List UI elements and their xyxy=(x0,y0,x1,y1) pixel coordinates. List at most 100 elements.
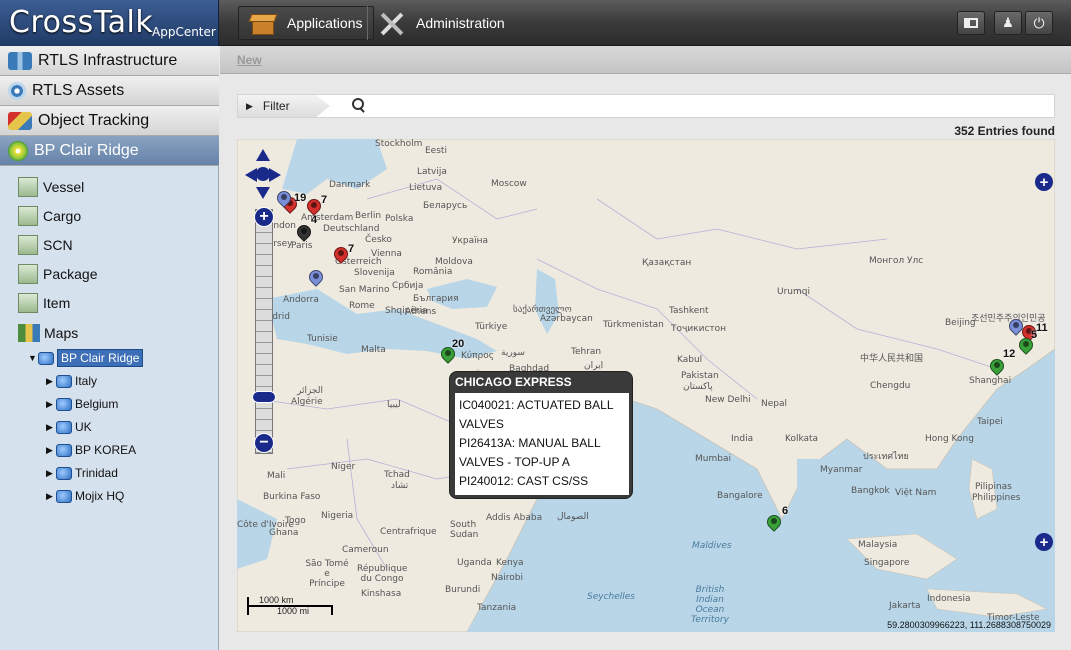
expand-down-icon[interactable]: ▼ xyxy=(28,353,38,363)
new-button[interactable]: New xyxy=(237,53,262,67)
pin-dot xyxy=(313,273,319,279)
map-folder-icon xyxy=(56,374,72,388)
map-place-label: New Delhi xyxy=(705,395,751,405)
zoom-slider-thumb[interactable] xyxy=(252,391,276,403)
filter-toggle-button[interactable]: ▶ Filter xyxy=(238,95,330,117)
sidebar-section-rtls-assets[interactable]: RTLS Assets xyxy=(0,76,219,106)
tree-item-italy[interactable]: ▶ Italy xyxy=(46,371,97,391)
map-place-label: Moscow xyxy=(491,179,527,189)
tracking-icon xyxy=(8,111,32,130)
tree-item-uk[interactable]: ▶ UK xyxy=(46,417,92,437)
pan-center-icon[interactable] xyxy=(256,167,270,181)
sidebar-section-rtls-infrastructure[interactable]: RTLS Infrastructure xyxy=(0,46,219,76)
popup-body[interactable]: IC040021: ACTUATED BALL VALVES PI26413A:… xyxy=(455,393,629,495)
tree-item-label: Belgium xyxy=(75,397,119,411)
map-place-label: Slovenija xyxy=(354,268,395,278)
pin-dot xyxy=(338,250,344,256)
tree-item-vessel[interactable]: Vessel xyxy=(18,174,84,200)
sidebar-section-object-tracking[interactable]: Object Tracking xyxy=(0,106,219,136)
tree-item-mojix-hq[interactable]: ▶ Mojix HQ xyxy=(46,486,124,506)
expand-right-icon[interactable]: ▶ xyxy=(46,468,56,479)
map-place-label: Taipei xyxy=(977,417,1003,427)
user-button[interactable]: ♟ xyxy=(994,11,1022,35)
map-place-label: Kabul xyxy=(677,355,703,365)
map-place-label: Қазақстан xyxy=(642,258,692,268)
sidebar-section-label: RTLS Infrastructure xyxy=(38,51,178,69)
app-logo[interactable]: CrossTalk AppCenter xyxy=(0,0,219,46)
map-place-label: Burundi xyxy=(445,585,481,595)
layout-toggle-button[interactable] xyxy=(957,11,985,35)
map-marker-pin[interactable] xyxy=(331,244,351,267)
map-place-label: Stockholm xyxy=(375,139,423,149)
map-place-label: Jakarta xyxy=(889,601,921,611)
marker-count: 7 xyxy=(321,194,328,206)
power-button[interactable]: ⏻ xyxy=(1025,11,1053,35)
map-place-label: ประเทศไทย xyxy=(863,452,909,462)
expand-right-icon[interactable]: ▶ xyxy=(46,399,56,410)
pan-control[interactable] xyxy=(245,149,281,199)
tree-item-label: BP Clair Ridge xyxy=(57,349,144,367)
map-place-label: Hong Kong xyxy=(925,434,974,444)
map-marker-pin[interactable] xyxy=(294,222,314,245)
map-scale-bar: 1000 km 1000 mi xyxy=(247,595,335,617)
layer-switcher-button[interactable]: + xyxy=(1035,533,1053,551)
pin-dot xyxy=(311,202,317,208)
map-place-label: Tchad xyxy=(384,470,410,480)
map-marker-pin[interactable] xyxy=(1006,316,1026,339)
map-place-label: Nigeria xyxy=(321,511,354,521)
tree-item-bp-korea[interactable]: ▶ BP KOREA xyxy=(46,440,136,460)
map-marker-pin[interactable] xyxy=(1016,335,1036,358)
map-place-label: Tunisie xyxy=(307,334,338,344)
zoom-out-button[interactable]: − xyxy=(254,433,274,453)
zoom-in-button[interactable]: + xyxy=(254,207,274,227)
tree-item-label: Package xyxy=(43,266,98,282)
table-icon xyxy=(18,235,38,255)
tree-item-trinidad[interactable]: ▶ Trinidad xyxy=(46,463,118,483)
map-place-label: ایران xyxy=(584,361,604,371)
tab-administration[interactable]: Administration xyxy=(372,6,505,40)
pin-dot xyxy=(994,362,1000,368)
pan-south-icon[interactable] xyxy=(256,187,270,199)
expand-right-icon[interactable]: ▶ xyxy=(46,376,56,387)
tree-item-label: Mojix HQ xyxy=(75,489,125,503)
search-icon[interactable] xyxy=(352,98,366,112)
map-place-label: Niger xyxy=(331,462,356,472)
map-place-label: Togo xyxy=(285,516,306,526)
layer-switcher-button[interactable]: + xyxy=(1035,173,1053,191)
tab-applications[interactable]: Applications xyxy=(238,6,374,40)
sidebar-section-label: BP Clair Ridge xyxy=(34,141,139,159)
tree-item-belgium[interactable]: ▶ Belgium xyxy=(46,394,118,414)
tree-item-scn[interactable]: SCN xyxy=(18,232,73,258)
map-place-label: India xyxy=(731,434,754,444)
minus-icon: − xyxy=(259,434,269,451)
map-marker-pin[interactable] xyxy=(438,344,458,367)
pan-east-icon[interactable] xyxy=(269,168,281,182)
entries-count: 352 Entries found xyxy=(954,124,1055,138)
marker-count: 20 xyxy=(452,338,465,350)
map-place-label: Eesti xyxy=(425,146,447,156)
popup-item: PI240012: CAST CS/SS GATE, GLOBE AND SWI… xyxy=(459,474,611,495)
sidebar-section-bp-clair-ridge[interactable]: BP Clair Ridge xyxy=(0,136,219,166)
map-marker-pin[interactable] xyxy=(987,356,1007,379)
expand-right-icon[interactable]: ▶ xyxy=(46,445,56,456)
pan-north-icon[interactable] xyxy=(256,149,270,161)
expand-right-icon[interactable]: ▶ xyxy=(46,422,56,433)
map-marker-pin[interactable] xyxy=(274,188,294,211)
map-place-label: Addis Ababa xyxy=(486,513,543,523)
tree-item-item[interactable]: Item xyxy=(18,290,70,316)
tree-item-bp-clair-ridge-map[interactable]: ▼ BP Clair Ridge xyxy=(28,348,144,368)
tree-item-package[interactable]: Package xyxy=(18,261,97,287)
tree-item-maps[interactable]: Maps xyxy=(18,320,78,346)
map-place-label: Urumqi xyxy=(777,287,810,297)
map-place-label: Україна xyxy=(452,236,489,246)
expand-right-icon[interactable]: ▶ xyxy=(46,491,56,502)
user-icon: ♟ xyxy=(1002,15,1014,30)
zoom-slider-track[interactable] xyxy=(255,209,273,454)
marker-count: 7 xyxy=(348,243,355,255)
map-view[interactable]: Stockholm Eesti Latvija Lietuva Moscow D… xyxy=(237,139,1055,632)
map-marker-pin[interactable] xyxy=(764,512,784,535)
marker-info-popup[interactable]: CHICAGO EXPRESS IC040021: ACTUATED BALL … xyxy=(449,371,633,499)
pin-dot xyxy=(281,194,287,200)
map-marker-pin[interactable] xyxy=(306,267,326,290)
tree-item-cargo[interactable]: Cargo xyxy=(18,203,81,229)
